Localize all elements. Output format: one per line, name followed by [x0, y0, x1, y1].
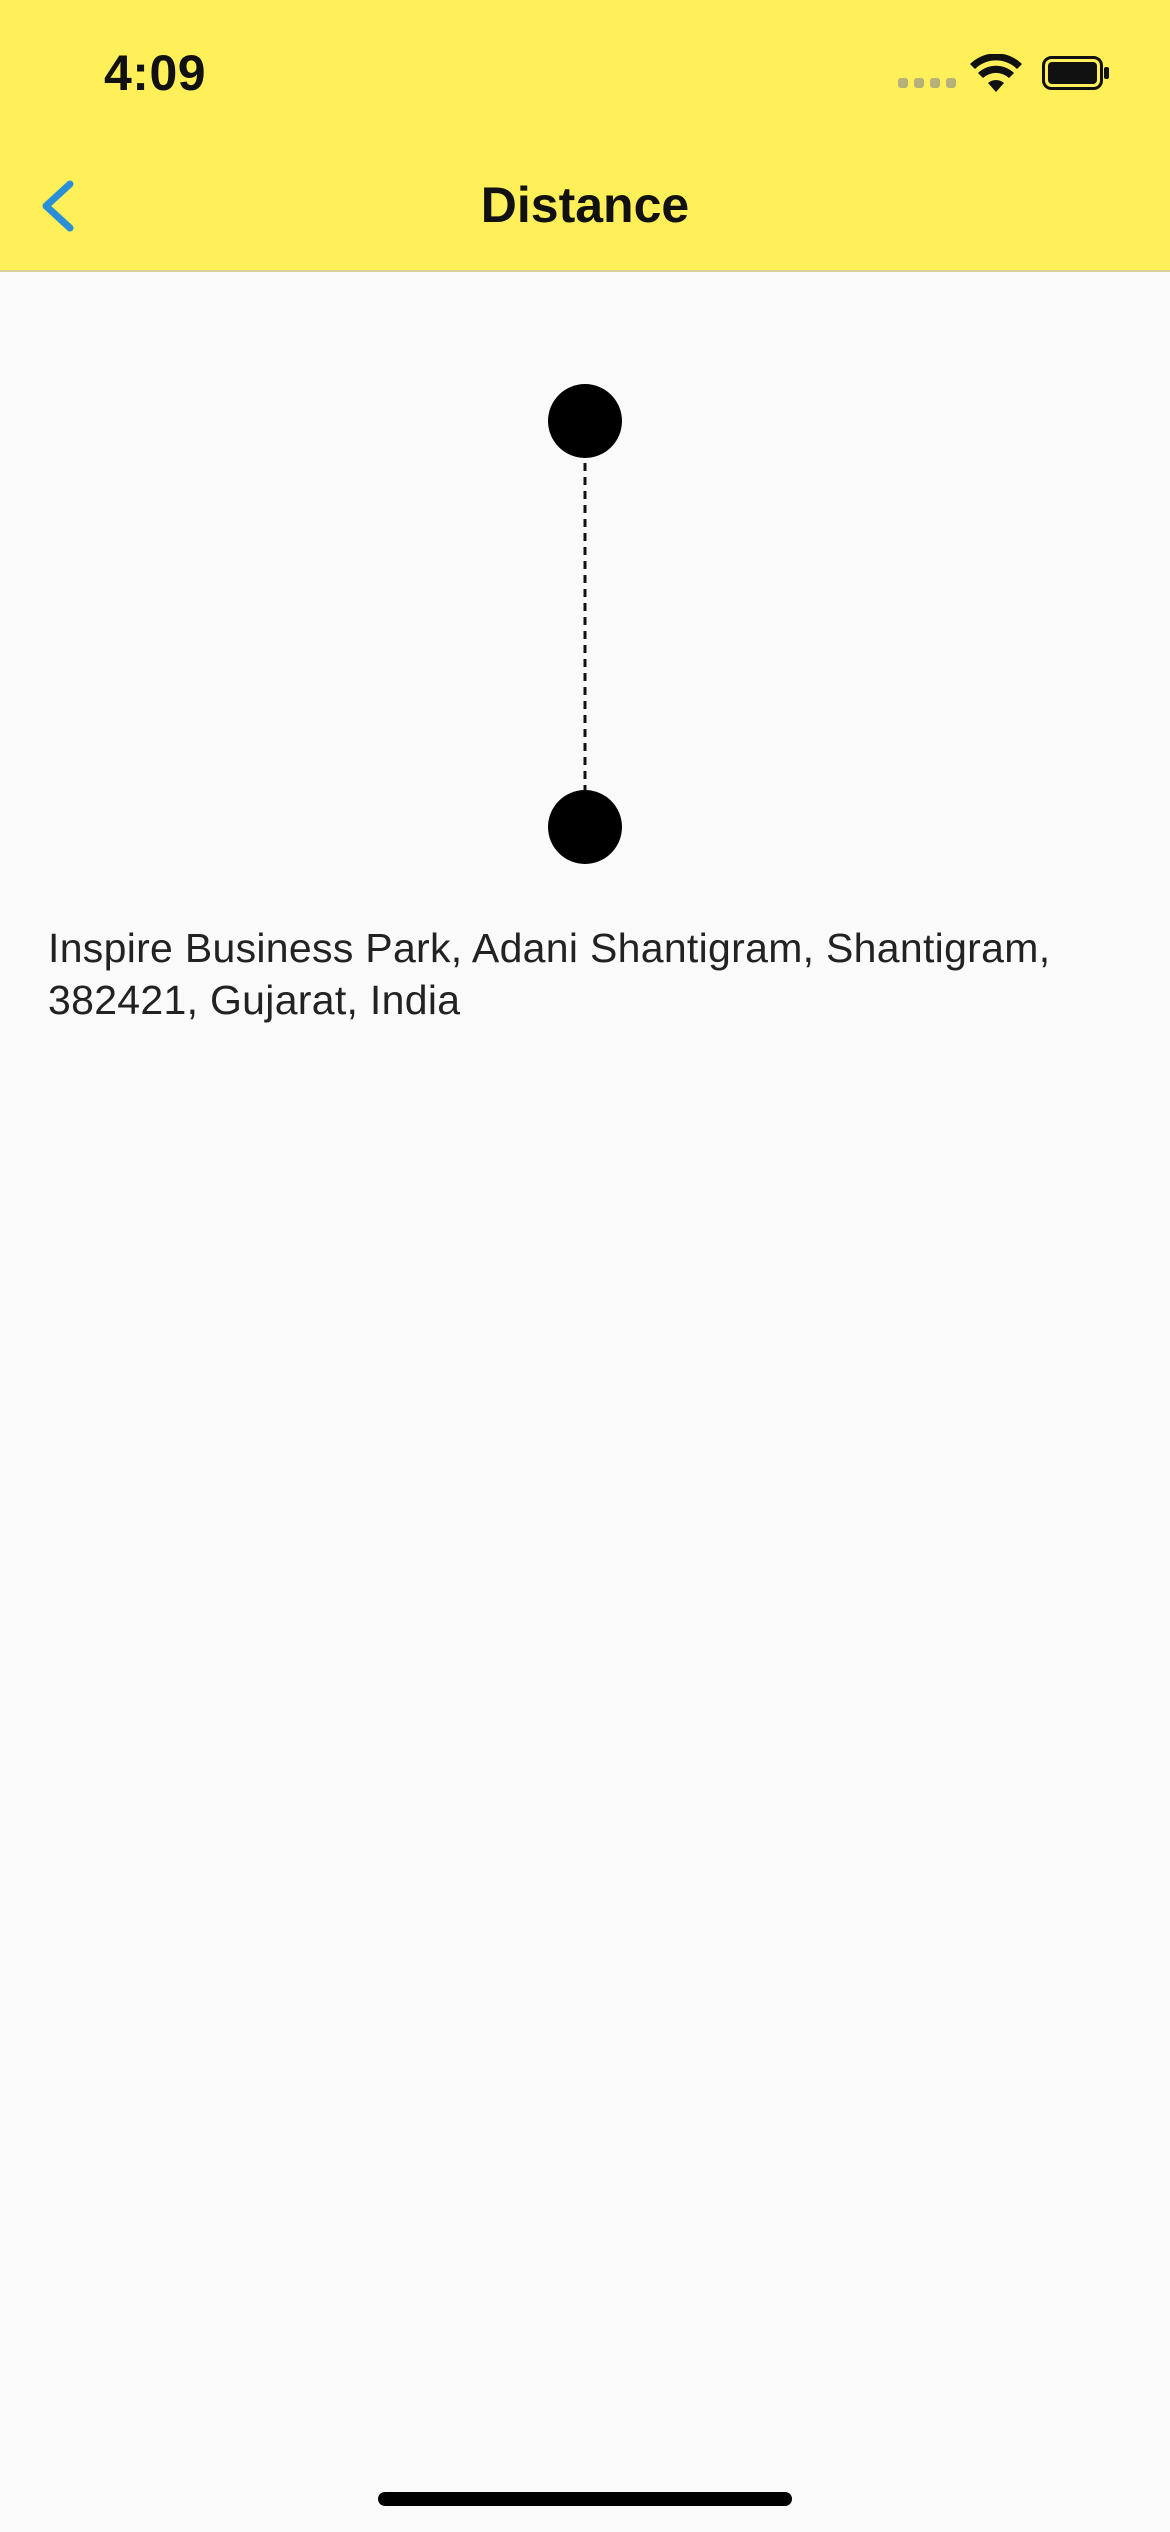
page-title: Distance: [480, 177, 690, 233]
wifi-icon: [970, 54, 1022, 92]
route-start-marker: [548, 384, 622, 458]
cellular-signal-icon: [898, 78, 958, 88]
status-icons: [898, 48, 1118, 98]
navigation-bar: 4:09 Distance: [0, 0, 1170, 272]
home-indicator[interactable]: [378, 2492, 792, 2506]
route-end-marker: [548, 790, 622, 864]
route-diagram: [548, 384, 622, 864]
battery-icon: [1042, 56, 1109, 90]
address-text: Inspire Business Park, Adani Shantigram,…: [48, 925, 1051, 1023]
status-time: 4:09: [104, 45, 207, 101]
